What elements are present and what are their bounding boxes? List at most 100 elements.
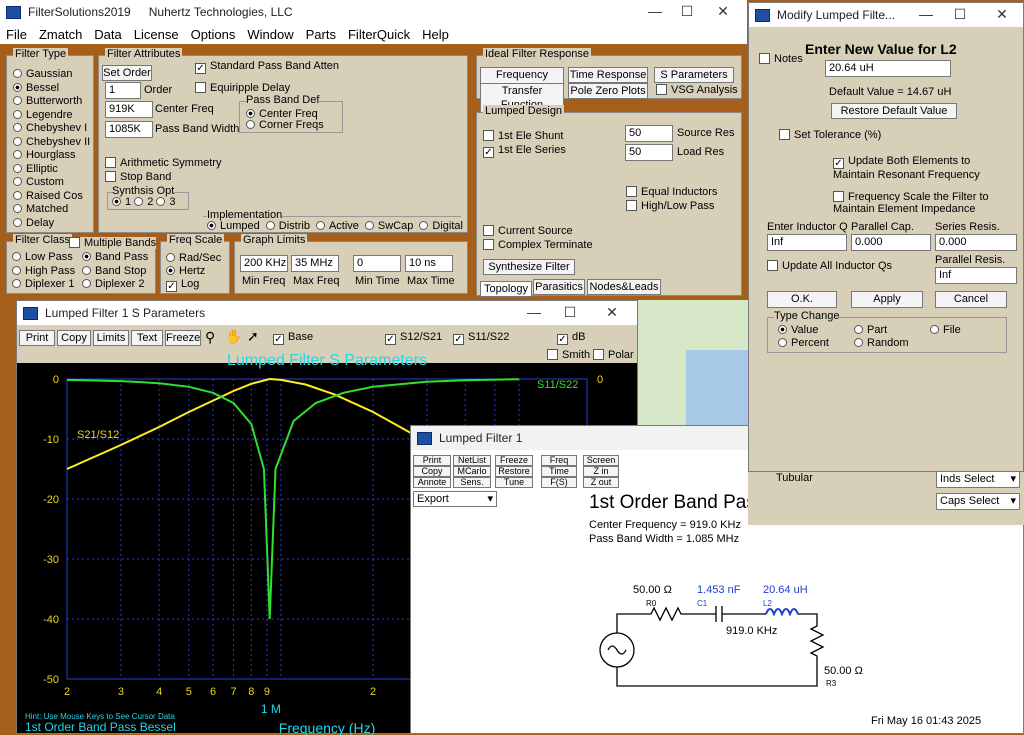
- parallel-cap-field[interactable]: 0.000: [851, 234, 931, 251]
- menu-filterquick[interactable]: FilterQuick: [348, 27, 410, 42]
- update-both-checkbox[interactable]: ✓ Update Both Elements to: [833, 155, 970, 169]
- inductor-resistor-path[interactable]: [616, 608, 825, 687]
- minimize-icon[interactable]: —: [638, 0, 672, 24]
- impl-active[interactable]: Active: [315, 220, 359, 232]
- pointer-icon[interactable]: ➚: [247, 328, 259, 345]
- s12-checkbox[interactable]: ✓ S12/S21: [385, 331, 442, 345]
- sch-zout-button[interactable]: Z out: [583, 477, 619, 488]
- close-icon[interactable]: ✕: [595, 301, 629, 325]
- sch-fs-button[interactable]: F(S): [541, 477, 577, 488]
- copy-button[interactable]: Copy: [57, 330, 91, 346]
- order-field[interactable]: 1: [105, 82, 141, 99]
- menu-help[interactable]: Help: [422, 27, 449, 42]
- maximize-icon[interactable]: ☐: [553, 301, 587, 325]
- filter-class-band-stop[interactable]: Band Stop: [82, 265, 146, 277]
- part-radio[interactable]: Part: [854, 324, 887, 336]
- value-radio[interactable]: Value: [778, 324, 818, 336]
- pole-zero-button[interactable]: Pole Zero Plots: [568, 83, 648, 99]
- inductor-q-field[interactable]: Inf: [767, 234, 847, 251]
- filter-type-butterworth[interactable]: Butterworth: [13, 95, 90, 109]
- graph-limit-field-3[interactable]: 10 ns: [405, 255, 453, 272]
- equal-inductors-checkbox[interactable]: Equal Inductors: [626, 186, 717, 198]
- vsg-analysis-checkbox[interactable]: VSG Analysis: [656, 84, 738, 96]
- filter-type-gaussian[interactable]: Gaussian: [13, 68, 90, 82]
- filter-type-hourglass[interactable]: Hourglass: [13, 149, 90, 163]
- inductor-l2[interactable]: [765, 608, 799, 617]
- shunt-checkbox[interactable]: 1st Ele Shunt: [483, 130, 563, 142]
- synthesize-filter-button[interactable]: Synthesize Filter: [483, 259, 575, 275]
- menu-license[interactable]: License: [134, 27, 179, 42]
- series-checkbox[interactable]: ✓ 1st Ele Series: [483, 144, 566, 158]
- db-checkbox[interactable]: ✓ dB: [557, 331, 585, 345]
- parallel-resis-field[interactable]: Inf: [935, 267, 1017, 284]
- limits-button[interactable]: Limits: [93, 330, 129, 346]
- complex-terminate-checkbox[interactable]: Complex Terminate: [483, 239, 593, 251]
- frequency-scale-checkbox[interactable]: Frequency Scale the Filter to: [833, 191, 989, 203]
- hertz-radio[interactable]: Hertz: [166, 265, 205, 277]
- text-button[interactable]: Text: [131, 330, 163, 346]
- radsec-radio[interactable]: Rad/Sec: [166, 252, 221, 264]
- corner-freqs-radio[interactable]: Corner Freqs: [246, 119, 324, 131]
- time-response-button[interactable]: Time Response: [568, 67, 648, 83]
- sch-restore-button[interactable]: Restore: [495, 466, 533, 477]
- update-all-q-checkbox[interactable]: Update All Inductor Qs: [767, 260, 892, 272]
- set-tolerance-checkbox[interactable]: Set Tolerance (%): [779, 129, 881, 141]
- inds-select-dropdown[interactable]: Inds Select ▾: [936, 471, 1020, 488]
- filter-type-matched[interactable]: Matched: [13, 203, 90, 217]
- file-radio[interactable]: File: [930, 324, 961, 336]
- sch-print-button[interactable]: Print: [413, 455, 451, 466]
- sch-screen-button[interactable]: Screen: [583, 455, 619, 466]
- bandwidth-field[interactable]: 1085K: [105, 121, 153, 138]
- impl-digital[interactable]: Digital: [419, 220, 463, 232]
- source-res-field[interactable]: 50: [625, 125, 673, 142]
- graph-limit-field-0[interactable]: 200 KHz: [240, 255, 288, 272]
- impl-distrib[interactable]: Distrib: [265, 220, 310, 232]
- sch-copy-button[interactable]: Copy: [413, 466, 451, 477]
- hand-icon[interactable]: ✋: [225, 328, 242, 345]
- restore-default-button[interactable]: Restore Default Value: [831, 103, 957, 119]
- load-res-field[interactable]: 50: [625, 144, 673, 161]
- cancel-button[interactable]: Cancel: [935, 291, 1007, 308]
- sch-freeze-button[interactable]: Freeze: [495, 455, 533, 466]
- menu-file[interactable]: File: [6, 27, 27, 42]
- sch-zin-button[interactable]: Z in: [583, 466, 619, 477]
- sch-sens-button[interactable]: Sens.: [453, 477, 491, 488]
- value-field[interactable]: 20.64 uH: [825, 60, 951, 77]
- impl-lumped[interactable]: Lumped: [207, 220, 260, 232]
- center-freq-field[interactable]: 919K: [105, 101, 153, 118]
- caps-select-dropdown[interactable]: Caps Select ▾: [936, 493, 1020, 510]
- filter-type-custom[interactable]: Custom: [13, 176, 90, 190]
- tab-parasitics[interactable]: Parasitics: [533, 279, 585, 295]
- tab-nodes-leads[interactable]: Nodes&Leads: [587, 279, 661, 295]
- base-checkbox[interactable]: ✓ Base: [273, 331, 313, 345]
- menu-window[interactable]: Window: [247, 27, 293, 42]
- filter-type-bessel[interactable]: Bessel: [13, 82, 90, 96]
- sch-annote-button[interactable]: Annote: [413, 477, 451, 488]
- stop-band-checkbox[interactable]: Stop Band: [105, 171, 171, 183]
- sch-time-button[interactable]: Time: [541, 466, 577, 477]
- graph-limit-field-1[interactable]: 35 MHz: [291, 255, 339, 272]
- ok-button[interactable]: O.K.: [767, 291, 837, 308]
- log-checkbox[interactable]: ✓ Log: [166, 278, 199, 292]
- filter-type-legendre[interactable]: Legendre: [13, 109, 90, 123]
- high-low-pass-checkbox[interactable]: High/Low Pass: [626, 200, 714, 212]
- notes-checkbox[interactable]: Notes: [759, 53, 803, 65]
- menu-data[interactable]: Data: [94, 27, 121, 42]
- filter-class-band-pass[interactable]: Band Pass: [82, 251, 148, 263]
- set-order-button[interactable]: Set Order: [102, 65, 152, 81]
- tab-topology[interactable]: Topology: [480, 281, 532, 297]
- close-icon[interactable]: ✕: [985, 3, 1019, 27]
- close-icon[interactable]: ✕: [706, 0, 740, 24]
- resistor-r0[interactable]: [616, 606, 711, 633]
- impl-swcap[interactable]: SwCap: [364, 220, 413, 232]
- freeze-button[interactable]: Freeze: [165, 330, 201, 346]
- filter-class-high-pass[interactable]: High Pass: [12, 265, 75, 277]
- filter-class-low-pass[interactable]: Low Pass: [12, 251, 73, 263]
- export-dropdown[interactable]: Export ▾: [413, 491, 497, 507]
- sch-tune-button[interactable]: Tune: [495, 477, 533, 488]
- sch-netlist-button[interactable]: NetList: [453, 455, 491, 466]
- std-atten-checkbox[interactable]: ✓ Standard Pass Band Atten: [195, 60, 339, 74]
- filter-type-raised-cos[interactable]: Raised Cos: [13, 190, 90, 204]
- arith-symmetry-checkbox[interactable]: Arithmetic Symmetry: [105, 157, 221, 169]
- schematic-diagram[interactable]: 50.00 Ω R0 1.453 nF C1 20.64 uH L2 919.0…: [581, 576, 881, 696]
